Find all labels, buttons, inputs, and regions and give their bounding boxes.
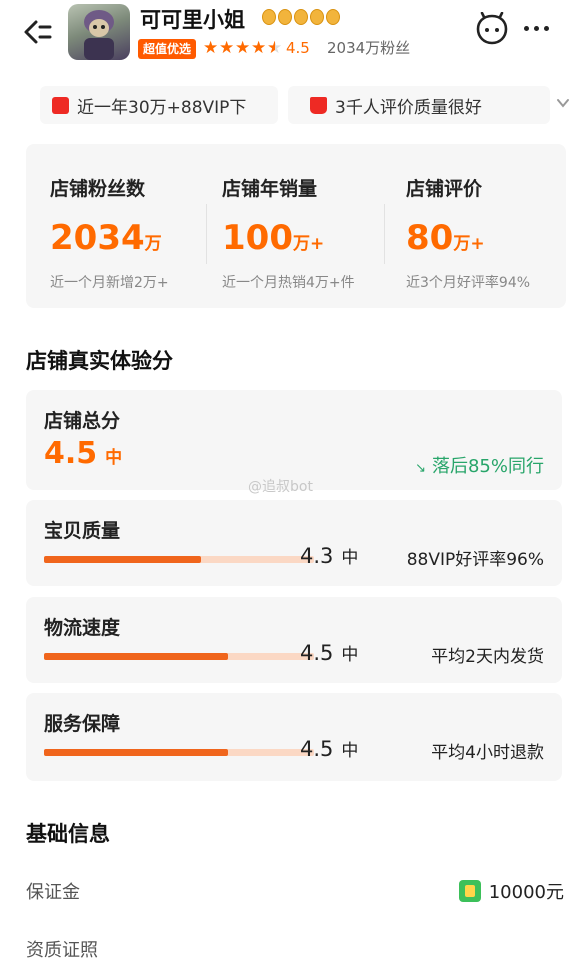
rating-value: 4.5	[286, 39, 310, 57]
deposit-icon	[458, 880, 481, 902]
score-item-note: 88VIP好评率96%	[406, 550, 544, 570]
total-score-label: 店铺总分	[44, 410, 121, 432]
rating-stars: ★ ★ ★ ★ ★	[203, 38, 283, 58]
thumbs-up-icon	[310, 96, 327, 114]
score-item-quality[interactable]: 宝贝质量 4.3 中 88VIP好评率96%	[26, 500, 562, 586]
score-item-value: 4.5 中	[300, 641, 359, 665]
stat-label: 店铺年销量	[222, 178, 318, 200]
score-item-label: 宝贝质量	[44, 520, 121, 542]
crown-icon	[278, 9, 292, 25]
store-avatar[interactable]	[68, 4, 130, 60]
stat-fans[interactable]: 店铺粉丝数 2034万 近一个月新增2万+	[50, 144, 225, 308]
stat-reviews[interactable]: 店铺评价 80万+ 近3个月好评率94%	[406, 144, 566, 308]
divider	[206, 204, 207, 264]
stat-label: 店铺评价	[406, 178, 483, 200]
score-bar	[44, 556, 314, 563]
half-star-icon: ★	[267, 38, 283, 58]
info-row-qualification[interactable]: 资质证照	[26, 934, 566, 964]
store-level-crowns	[262, 9, 340, 25]
store-name: 可可里小姐	[140, 8, 245, 32]
highlight-sales-text: 近一年30万+88VIP下	[77, 97, 247, 118]
divider	[384, 204, 385, 264]
crown-icon	[262, 9, 276, 25]
store-header: 可可里小姐 超值优选 ★ ★ ★ ★ ★ 4.5 2034万粉丝	[0, 0, 576, 80]
trend-down-icon: ↘	[415, 461, 426, 476]
star-icon: ★	[251, 38, 267, 58]
back-icon[interactable]	[20, 14, 56, 50]
experience-section-title: 店铺真实体验分	[26, 349, 173, 373]
highlight-sales-pill[interactable]: 近一年30万+88VIP下	[40, 86, 278, 124]
stat-sales[interactable]: 店铺年销量 100万+ 近一个月热销4万+件	[222, 144, 402, 308]
score-bar-fill	[44, 653, 228, 660]
store-stats-card: 店铺粉丝数 2034万 近一个月新增2万+ 店铺年销量 100万+ 近一个月热销…	[26, 144, 566, 308]
info-label: 保证金	[26, 882, 80, 903]
score-item-label: 物流速度	[44, 617, 121, 639]
info-label: 资质证照	[26, 940, 98, 961]
info-value: 10000元	[458, 878, 564, 904]
stat-sub: 近3个月好评率94%	[406, 275, 531, 291]
score-item-value: 4.5 中	[300, 737, 359, 761]
score-bar	[44, 749, 314, 756]
peer-comparison: ↘ 落后85%同行	[415, 456, 544, 477]
info-row-deposit[interactable]: 保证金 10000元	[26, 876, 566, 906]
crown-icon	[310, 9, 324, 25]
total-score-value: 4.5 中	[44, 436, 123, 471]
total-score-card[interactable]: 店铺总分 4.5 中 ↘ 落后85%同行	[26, 390, 562, 490]
chevron-down-icon[interactable]	[556, 96, 570, 110]
score-item-label: 服务保障	[44, 713, 121, 735]
stat-value: 80万+	[406, 218, 485, 258]
score-item-service[interactable]: 服务保障 4.5 中 平均4小时退款	[26, 693, 562, 781]
star-icon: ★	[219, 38, 235, 58]
basic-info-title: 基础信息	[26, 822, 110, 846]
fans-count: 2034万粉丝	[327, 39, 411, 57]
highlight-review-text: 3千人评价质量很好	[335, 97, 482, 118]
score-item-logistics[interactable]: 物流速度 4.5 中 平均2天内发货	[26, 597, 562, 683]
stat-value: 2034万	[50, 218, 162, 258]
stat-label: 店铺粉丝数	[50, 178, 146, 200]
shopping-bag-icon	[52, 96, 69, 114]
score-bar-fill	[44, 556, 201, 563]
score-bar-fill	[44, 749, 228, 756]
star-icon: ★	[235, 38, 251, 58]
watermark: @追叔bot	[248, 479, 313, 495]
star-icon: ★	[203, 38, 219, 58]
highlight-review-pill[interactable]: 3千人评价质量很好	[288, 86, 550, 124]
more-options-icon[interactable]	[524, 26, 549, 31]
crown-icon	[326, 9, 340, 25]
customer-service-icon[interactable]	[474, 12, 510, 48]
score-bar	[44, 653, 314, 660]
stat-sub: 近一个月新增2万+	[50, 275, 169, 291]
score-item-value: 4.3 中	[300, 544, 359, 568]
score-item-note: 平均2天内发货	[431, 647, 544, 667]
score-item-note: 平均4小时退款	[431, 743, 544, 763]
crown-icon	[294, 9, 308, 25]
stat-value: 100万+	[222, 218, 325, 258]
stat-sub: 近一个月热销4万+件	[222, 275, 355, 291]
value-badge: 超值优选	[138, 39, 197, 59]
